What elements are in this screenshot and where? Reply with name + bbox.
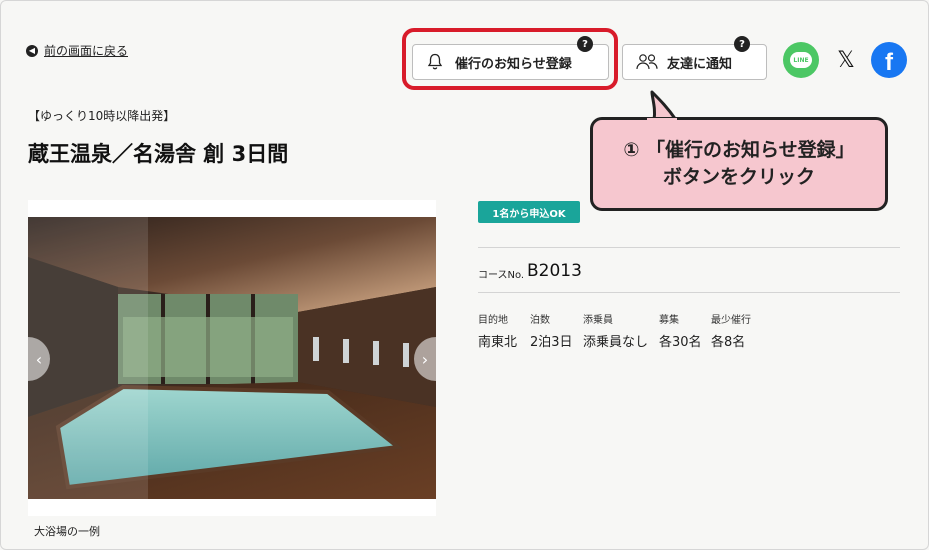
spec-value-destination: 南東北 — [478, 335, 518, 350]
line-share-button[interactable]: LINE — [783, 42, 819, 78]
x-icon: 𝕏 — [837, 47, 855, 73]
line-icon: LINE — [790, 52, 812, 68]
facebook-icon: f — [885, 49, 893, 76]
notify-registration-label: 催行のお知らせ登録 — [455, 56, 572, 72]
course-number-value: B2013 — [527, 261, 582, 281]
spec-label-capacity: 募集 — [659, 315, 679, 326]
notify-friend-label: 友達に通知 — [667, 56, 733, 72]
course-number-label: コースNo. — [478, 270, 525, 281]
people-icon — [636, 54, 658, 70]
callout-tail-join — [647, 118, 677, 124]
friend-help-icon[interactable]: ? — [734, 36, 750, 52]
spec-value-conductor: 添乗員なし — [583, 335, 649, 350]
x-share-button[interactable]: 𝕏 — [828, 42, 864, 78]
spec-value-nights: 2泊3日 — [530, 335, 573, 350]
divider — [478, 292, 900, 293]
page-title: 蔵王温泉／名湯舎 創 3日間 — [28, 142, 289, 166]
bath-photo — [28, 217, 436, 499]
facebook-share-button[interactable]: f — [871, 42, 907, 78]
photo-caption: 大浴場の一例 — [34, 525, 100, 538]
spec-label-conductor: 添乗員 — [583, 315, 613, 326]
back-link-label: 前の画面に戻る — [44, 44, 129, 58]
spec-label-minimum: 最少催行 — [711, 315, 751, 326]
spec-label-nights: 泊数 — [530, 315, 550, 326]
instruction-callout: ① 「催行のお知らせ登録」 ボタンをクリック — [590, 117, 888, 211]
min-participants-badge: 1名から申込OK — [478, 201, 580, 223]
back-link[interactable]: ◀ 前の画面に戻る — [26, 42, 128, 59]
back-arrow-icon: ◀ — [26, 44, 38, 57]
spec-value-minimum: 各8名 — [711, 335, 746, 350]
notify-help-icon[interactable]: ? — [577, 36, 593, 52]
callout-line-1: ① 「催行のお知らせ登録」 — [623, 139, 855, 162]
photo-carousel: ‹ › — [28, 200, 436, 516]
tour-subtitle: 【ゆっくり10時以降出発】 — [28, 109, 176, 123]
spec-value-capacity: 各30名 — [659, 335, 702, 350]
callout-line-2: ボタンをクリック — [662, 166, 815, 188]
bell-icon — [427, 53, 443, 70]
spec-label-destination: 目的地 — [478, 315, 508, 326]
divider — [478, 247, 900, 248]
